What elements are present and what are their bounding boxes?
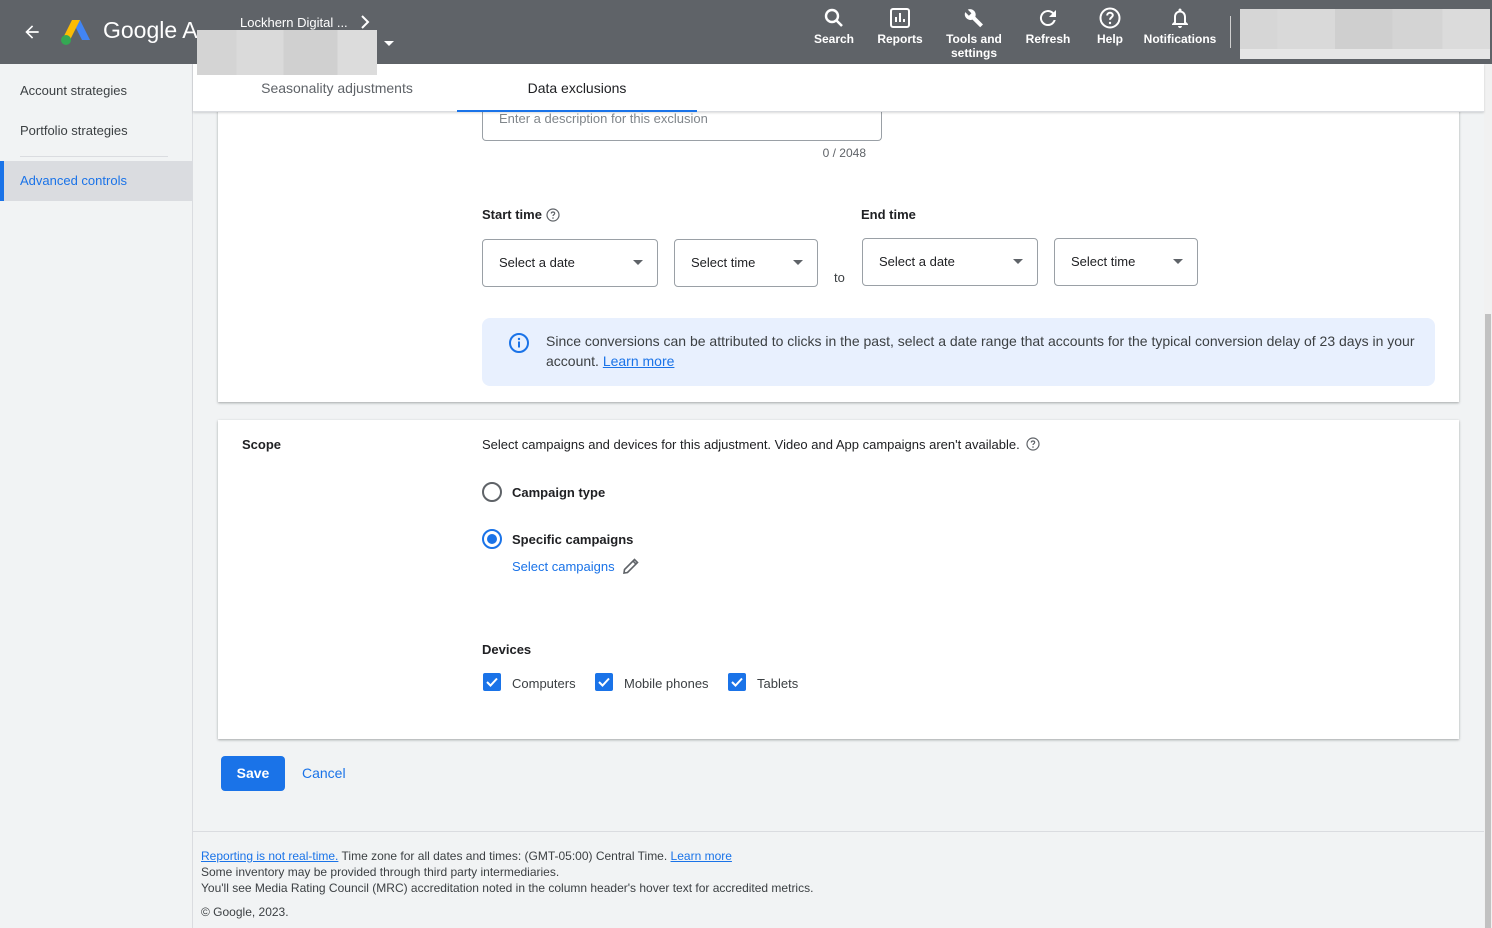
start-time-select[interactable]: Select time xyxy=(674,239,818,287)
scope-card: Scope Select campaigns and devices for t… xyxy=(218,420,1459,739)
end-time-select[interactable]: Select time xyxy=(1054,238,1198,286)
specific-campaigns-radio[interactable] xyxy=(482,529,502,549)
mobile-phones-label[interactable]: Mobile phones xyxy=(624,676,709,691)
account-profile-redacted[interactable] xyxy=(1240,9,1490,59)
tab-data-exclusions[interactable]: Data exclusions xyxy=(457,64,697,112)
sidebar-item-portfolio-strategies[interactable]: Portfolio strategies xyxy=(0,111,192,151)
reports-label: Reports xyxy=(877,32,923,46)
tab-bar: Seasonality adjustments Data exclusions xyxy=(193,64,1484,112)
select-campaigns-link[interactable]: Select campaigns xyxy=(512,559,615,574)
scope-label: Scope xyxy=(242,437,282,452)
dropdown-arrow-icon xyxy=(633,260,643,265)
dropdown-arrow-icon xyxy=(1173,259,1183,264)
pencil-edit-icon[interactable] xyxy=(622,557,640,575)
tablets-label[interactable]: Tablets xyxy=(757,676,798,691)
devices-label: Devices xyxy=(482,642,532,657)
copyright: © Google, 2023. xyxy=(201,905,289,919)
end-time-value: Select time xyxy=(1071,254,1136,269)
help-label: Help xyxy=(1096,32,1123,46)
tools-settings-label: Tools and settings xyxy=(946,32,1002,60)
refresh-icon xyxy=(1039,10,1056,27)
search-icon xyxy=(824,8,843,27)
google-ads-logo-icon xyxy=(60,18,92,46)
end-date-select[interactable]: Select a date xyxy=(862,238,1038,286)
footer-line-2: Some inventory may be provided through t… xyxy=(201,865,560,879)
tablets-checkbox[interactable] xyxy=(728,673,746,691)
dropdown-arrow-icon xyxy=(793,260,803,265)
campaign-type-radio[interactable] xyxy=(482,482,502,502)
page-footer: Reporting is not real-time. Time zone fo… xyxy=(201,848,813,920)
campaign-type-label[interactable]: Campaign type xyxy=(512,485,605,500)
end-time-label: End time xyxy=(861,207,916,222)
end-date-value: Select a date xyxy=(879,254,955,269)
help-tool[interactable]: Help xyxy=(1090,6,1130,46)
refresh-tool[interactable]: Refresh xyxy=(1022,6,1074,46)
account-dropdown-icon[interactable] xyxy=(382,36,396,46)
info-icon xyxy=(508,332,530,354)
help-circle-icon[interactable] xyxy=(546,208,560,222)
timezone-text: Time zone for all dates and times: (GMT-… xyxy=(341,849,668,863)
back-arrow-icon[interactable] xyxy=(18,18,46,46)
footer-line-1: Reporting is not real-time. Time zone fo… xyxy=(201,848,813,864)
scope-description: Select campaigns and devices for this ad… xyxy=(482,437,1020,452)
info-message: Since conversions can be attributed to c… xyxy=(546,331,1416,371)
info-learn-more-link[interactable]: Learn more xyxy=(603,353,675,369)
toolbar-divider xyxy=(1230,16,1231,48)
mobile-phones-checkbox[interactable] xyxy=(595,673,613,691)
conversion-delay-info-banner: Since conversions can be attributed to c… xyxy=(482,318,1435,386)
cancel-button[interactable]: Cancel xyxy=(296,756,352,791)
search-label: Search xyxy=(813,32,855,46)
tools-settings-tool[interactable]: Tools and settings xyxy=(940,6,1008,60)
refresh-label: Refresh xyxy=(1025,32,1071,46)
to-separator: to xyxy=(834,270,845,285)
exclusion-details-card: Enter a description for this exclusion 0… xyxy=(218,100,1459,402)
start-time-value: Select time xyxy=(691,255,756,270)
start-time-label: Start time xyxy=(482,207,542,222)
sidebar-nav: Account strategies Portfolio strategies … xyxy=(0,64,193,928)
character-count: 0 / 2048 xyxy=(822,146,866,160)
notifications-tool[interactable]: Notifications xyxy=(1142,6,1218,46)
footer-learn-more-link[interactable]: Learn more xyxy=(671,849,732,863)
reporting-link[interactable]: Reporting is not real-time. xyxy=(201,849,338,863)
chevron-right-icon[interactable] xyxy=(358,13,372,31)
bell-icon xyxy=(1172,8,1188,28)
start-date-value: Select a date xyxy=(499,255,575,270)
info-message-text: Since conversions can be attributed to c… xyxy=(546,333,1415,369)
computers-checkbox[interactable] xyxy=(483,673,501,691)
brand-name: Google Ads xyxy=(103,17,198,43)
dropdown-arrow-icon xyxy=(1013,259,1023,264)
sidebar-item-account-strategies[interactable]: Account strategies xyxy=(0,71,192,111)
specific-campaigns-label[interactable]: Specific campaigns xyxy=(512,532,633,547)
footer-line-3: You'll see Media Rating Council (MRC) ac… xyxy=(201,881,814,895)
footer-divider xyxy=(193,831,1484,832)
wrench-icon xyxy=(964,9,983,28)
sidebar-divider xyxy=(20,156,168,157)
search-tool[interactable]: Search xyxy=(810,6,858,46)
page-scrollbar-thumb[interactable] xyxy=(1485,314,1491,928)
reports-icon xyxy=(890,8,910,28)
reports-tool[interactable]: Reports xyxy=(874,6,926,46)
help-icon xyxy=(1099,7,1121,29)
start-date-select[interactable]: Select a date xyxy=(482,239,658,287)
sidebar-item-advanced-controls[interactable]: Advanced controls xyxy=(0,161,192,201)
account-id-redacted xyxy=(197,30,377,75)
notifications-label: Notifications xyxy=(1143,32,1217,46)
account-name[interactable]: Lockhern Digital ... xyxy=(240,15,348,30)
computers-label[interactable]: Computers xyxy=(512,676,576,691)
help-circle-icon[interactable] xyxy=(1026,437,1040,451)
scope-description-text: Select campaigns and devices for this ad… xyxy=(482,437,1020,452)
save-button[interactable]: Save xyxy=(221,756,285,791)
